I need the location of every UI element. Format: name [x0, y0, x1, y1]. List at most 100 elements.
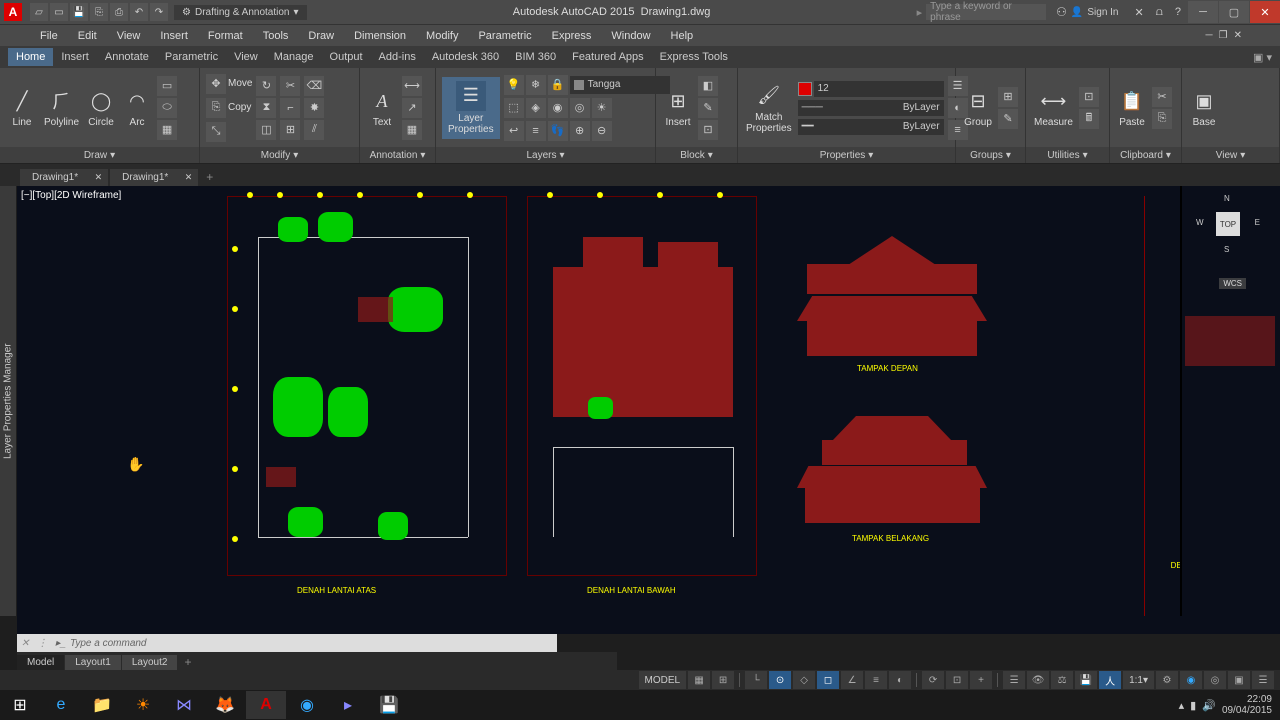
copy-clip-icon[interactable]: ⎘: [1152, 109, 1172, 129]
panel-clipboard-label[interactable]: Clipboard ▾: [1110, 147, 1181, 163]
search-input[interactable]: Type a keyword or phrase: [926, 4, 1046, 20]
viewcube-w[interactable]: W: [1196, 218, 1204, 227]
tab-addins[interactable]: Add-ins: [371, 48, 424, 66]
units-icon[interactable]: ⚖: [1051, 671, 1073, 689]
viewcube-s[interactable]: S: [1224, 245, 1229, 254]
layer-iso-icon[interactable]: ◈: [526, 98, 546, 118]
osnap-toggle-icon[interactable]: ◻: [817, 671, 839, 689]
panel-groups-label[interactable]: Groups ▾: [956, 147, 1025, 163]
polyline-button[interactable]: ⺁Polyline: [42, 85, 81, 130]
panel-properties-label[interactable]: Properties ▾: [738, 147, 955, 163]
plot-icon[interactable]: ⎙: [110, 3, 128, 21]
layer-walk-icon[interactable]: 👣: [548, 121, 568, 141]
cut-icon[interactable]: ✂: [1152, 87, 1172, 107]
annoscale-icon[interactable]: 人: [1099, 671, 1121, 689]
autocad-taskbar-icon[interactable]: A: [246, 691, 286, 719]
circle-button[interactable]: ◯Circle: [85, 85, 117, 130]
dimension-icon[interactable]: ⟷: [402, 76, 422, 96]
ie-icon[interactable]: e: [41, 691, 81, 719]
maximize-button[interactable]: ▢: [1219, 1, 1249, 23]
menu-insert[interactable]: Insert: [150, 30, 198, 42]
create-block-icon[interactable]: ◧: [698, 76, 718, 96]
layout-tab-model[interactable]: Model: [17, 655, 64, 670]
offset-icon[interactable]: ⫽: [304, 120, 324, 140]
stretch-icon[interactable]: ⤡: [206, 122, 226, 142]
layer-merge-icon[interactable]: ⊕: [570, 121, 590, 141]
layout-tab-2[interactable]: Layout2: [122, 655, 178, 670]
clock[interactable]: 22:09 09/04/2015: [1222, 694, 1272, 716]
ribbon-options-icon[interactable]: ▣ ▾: [1253, 51, 1272, 64]
explode-icon[interactable]: ✸: [304, 98, 324, 118]
layer-properties-panel[interactable]: Layer Properties Manager: [0, 186, 16, 616]
edit-block-icon[interactable]: ✎: [698, 98, 718, 118]
layer-on-icon[interactable]: ◎: [570, 98, 590, 118]
scale-dropdown[interactable]: 1:1 ▾: [1123, 671, 1154, 689]
new-icon[interactable]: ▱: [30, 3, 48, 21]
erase-icon[interactable]: ⌫: [304, 76, 324, 96]
scale-icon[interactable]: ◫: [256, 120, 276, 140]
otrack-icon[interactable]: ∠: [841, 671, 863, 689]
group-edit-icon[interactable]: ✎: [998, 109, 1018, 129]
fillet-icon[interactable]: ⌐: [280, 98, 300, 118]
attribute-icon[interactable]: ⊡: [698, 120, 718, 140]
panel-block-label[interactable]: Block ▾: [656, 147, 737, 163]
volume-icon[interactable]: 🔊: [1202, 699, 1216, 712]
rotate-icon[interactable]: ↻: [256, 76, 276, 96]
annomonitor-icon[interactable]: 👁: [1027, 671, 1049, 689]
app1-icon[interactable]: ☀: [123, 691, 163, 719]
minimize-button[interactable]: ─: [1188, 1, 1218, 23]
color-swatch[interactable]: [798, 82, 812, 96]
wcs-badge[interactable]: WCS: [1219, 278, 1246, 289]
leader-icon[interactable]: ↗: [402, 98, 422, 118]
tab-insert[interactable]: Insert: [53, 48, 97, 66]
help-icon[interactable]: ?: [1175, 6, 1181, 18]
group-button[interactable]: ⊟Group: [962, 85, 994, 130]
tab-bim360[interactable]: BIM 360: [507, 48, 564, 66]
workspace-dropdown[interactable]: ⚙ Drafting & Annotation ▾: [174, 5, 307, 20]
app2-icon[interactable]: ⋈: [164, 691, 204, 719]
app5-icon[interactable]: 💾: [369, 691, 409, 719]
snap-toggle-icon[interactable]: ⊞: [712, 671, 734, 689]
3dosnap-icon[interactable]: ⊡: [946, 671, 968, 689]
menu-file[interactable]: File: [30, 30, 68, 42]
close-tab-icon[interactable]: ✕: [95, 172, 103, 183]
ungroup-icon[interactable]: ⊞: [998, 87, 1018, 107]
command-input[interactable]: Type a command: [70, 638, 147, 649]
cmdline-handle-icon[interactable]: ⋮: [33, 638, 51, 649]
workspace-switch-icon[interactable]: ⚙: [1156, 671, 1178, 689]
doc-tab[interactable]: Drawing1*✕: [20, 169, 108, 186]
panel-layers-label[interactable]: Layers ▾: [436, 147, 655, 163]
redo-icon[interactable]: ↷: [150, 3, 168, 21]
menu-modify[interactable]: Modify: [416, 30, 468, 42]
layer-lock-icon[interactable]: 🔒: [548, 75, 568, 95]
viewcube[interactable]: N S W E TOP: [1200, 196, 1256, 252]
new-doc-tab[interactable]: +: [200, 168, 219, 186]
drawing-canvas[interactable]: [−][Top][2D Wireframe] TAMPAK DEPAN: [17, 186, 1280, 634]
menu-dimension[interactable]: Dimension: [344, 30, 416, 42]
linetype-dropdown[interactable]: ───ByLayer: [798, 100, 944, 116]
command-line[interactable]: ✕ ⋮ ▸_ Type a command: [17, 634, 557, 652]
layer-match-icon[interactable]: ⬚: [504, 98, 524, 118]
polar-toggle-icon[interactable]: ⊙: [769, 671, 791, 689]
search-chevron-icon[interactable]: ▸: [917, 6, 923, 19]
saveas-icon[interactable]: ⎘: [90, 3, 108, 21]
tray-up-icon[interactable]: ▴: [1179, 699, 1185, 712]
arc-button[interactable]: ◠Arc: [121, 85, 153, 130]
cmdline-close-icon[interactable]: ✕: [17, 638, 33, 649]
layer-off-icon[interactable]: ◉: [548, 98, 568, 118]
layer-dropdown[interactable]: Tangga: [570, 76, 670, 94]
customize-status-icon[interactable]: ☰: [1252, 671, 1274, 689]
cycling-icon[interactable]: ⟳: [922, 671, 944, 689]
table-icon[interactable]: ▦: [402, 120, 422, 140]
tab-featured[interactable]: Featured Apps: [564, 48, 652, 66]
layer-bulb-icon[interactable]: 💡: [504, 75, 524, 95]
menu-edit[interactable]: Edit: [68, 30, 107, 42]
ellipse-icon[interactable]: ⬭: [157, 98, 177, 118]
autocad-logo-icon[interactable]: A: [4, 3, 22, 21]
viewcube-n[interactable]: N: [1224, 194, 1230, 203]
status-model-button[interactable]: MODEL: [639, 671, 687, 689]
layer-thaw-icon[interactable]: ☀: [592, 98, 612, 118]
lineweight-dropdown[interactable]: ━━ByLayer: [798, 119, 944, 135]
tab-manage[interactable]: Manage: [266, 48, 322, 66]
insert-button[interactable]: ⊞Insert: [662, 85, 694, 130]
